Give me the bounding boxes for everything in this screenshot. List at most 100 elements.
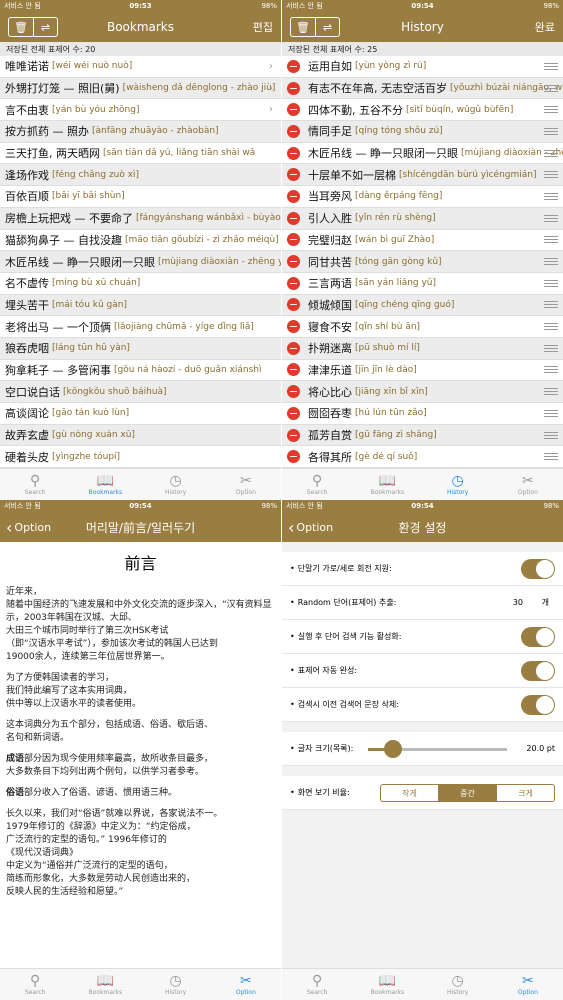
clearprev-toggle[interactable] <box>521 694 555 715</box>
list-item[interactable]: 猫舔狗鼻子 — 自找没趣 [māo tiǎn gǒubízi - zì zhǎo … <box>0 230 281 252</box>
list-item[interactable]: 逢场作戏 [féng chǎng zuò xì] <box>0 164 281 187</box>
delete-icon[interactable]: − <box>287 276 300 290</box>
reorder-handle-icon[interactable] <box>544 84 558 92</box>
list-item[interactable]: 言不由衷 [yán bù yóu zhōng] › <box>0 99 281 122</box>
list-item[interactable]: 按方抓药 — 照办 [ànfāng zhuāyào - zhàobàn] <box>0 121 281 143</box>
delete-icon[interactable]: − <box>287 233 300 247</box>
autocomplete-toggle[interactable] <box>521 660 555 681</box>
delete-icon[interactable]: − <box>287 146 300 160</box>
reorder-handle-icon[interactable] <box>544 279 558 287</box>
reorder-handle-icon[interactable] <box>544 388 558 396</box>
delete-icon[interactable]: − <box>287 103 300 117</box>
tab-option[interactable]: ✂ Option <box>493 469 563 500</box>
tab-search[interactable]: ⚲ Search <box>282 969 352 1000</box>
fontsize-slider[interactable] <box>368 740 507 758</box>
trash-icon[interactable]: 🗑 <box>9 18 33 36</box>
list-item[interactable]: 名不虚传 [míng bù xū chuán] <box>0 273 281 295</box>
swap-icon[interactable]: ⇌ <box>33 18 57 36</box>
reorder-handle-icon[interactable] <box>544 431 558 439</box>
list-item[interactable]: − 孤芳自赏 [gū fāng zì shǎng] <box>282 424 563 447</box>
tab-bookmarks[interactable]: 📖 Bookmarks <box>70 469 140 500</box>
list-item[interactable]: 三天打鱼, 两天晒网 [sān tiān dǎ yú, liǎng tiān sh… <box>0 143 281 165</box>
autosearch-toggle[interactable] <box>521 626 555 647</box>
tab-search[interactable]: ⚲ Search <box>0 469 70 500</box>
list-item[interactable]: 埋头苦干 [mái tóu kǔ gàn] <box>0 294 281 317</box>
trash-icon[interactable]: 🗑 <box>291 18 315 36</box>
list-item[interactable]: − 运用自如 [yùn yòng zì rú] <box>282 56 563 78</box>
swap-icon[interactable]: ⇌ <box>315 18 339 36</box>
tab-history[interactable]: ◷ History <box>423 469 493 500</box>
reorder-handle-icon[interactable] <box>544 323 558 331</box>
list-item[interactable]: − 当耳旁风 [dàng ěrpáng fēng] <box>282 186 563 208</box>
rotate-toggle[interactable] <box>521 558 555 579</box>
list-item[interactable]: 老将出马 — 一个顶俩 [lǎojiàng chūmǎ - yíge dǐng l… <box>0 316 281 338</box>
delete-icon[interactable]: − <box>287 59 300 73</box>
reorder-handle-icon[interactable] <box>544 258 558 266</box>
ratio-large-option[interactable]: 크게 <box>496 785 554 801</box>
tab-bookmarks[interactable]: 📖 Bookmarks <box>352 969 422 1000</box>
delete-icon[interactable]: − <box>287 255 300 269</box>
delete-icon[interactable]: − <box>287 124 300 138</box>
tab-search[interactable]: ⚲ Search <box>282 469 352 500</box>
delete-icon[interactable]: − <box>287 211 300 225</box>
reorder-handle-icon[interactable] <box>544 106 558 114</box>
ratio-mid-option[interactable]: 중간 <box>438 785 496 801</box>
tab-history[interactable]: ◷ History <box>423 969 493 1000</box>
list-item[interactable]: − 完璧归赵 [wán bì guī Zhào] <box>282 230 563 252</box>
delete-icon[interactable]: − <box>287 320 300 334</box>
list-item[interactable]: − 倾城倾国 [qīng chéng qīng guó] <box>282 294 563 317</box>
reorder-handle-icon[interactable] <box>544 171 558 179</box>
delete-icon[interactable]: − <box>287 81 300 95</box>
tab-option[interactable]: ✂ Option <box>211 469 281 500</box>
tab-option[interactable]: ✂ Option <box>211 969 281 1000</box>
reorder-handle-icon[interactable] <box>544 192 558 200</box>
list-item[interactable]: 故弄玄虚 [gù nòng xuán xū] <box>0 424 281 447</box>
list-item[interactable]: 外甥打灯笼 — 照旧(舅) [wàisheng dǎ dēnglong - zhà… <box>0 77 281 100</box>
list-item[interactable]: 空口说白话 [kōngkǒu shuō báihuà] <box>0 381 281 403</box>
delete-icon[interactable]: − <box>287 298 300 312</box>
list-item[interactable]: − 四体不勤, 五谷不分 [sìtǐ bùqín, wǔgǔ bùfēn] <box>282 99 563 122</box>
list-item[interactable]: − 囫囵吞枣 [hú lún tūn zǎo] <box>282 403 563 425</box>
tab-bookmarks[interactable]: 📖 Bookmarks <box>352 469 422 500</box>
tab-search[interactable]: ⚲ Search <box>0 969 70 1000</box>
reorder-handle-icon[interactable] <box>544 127 558 135</box>
back-button[interactable]: ‹ Option <box>6 518 51 537</box>
reorder-handle-icon[interactable] <box>544 344 558 352</box>
list-item[interactable]: 百依百顺 [bǎi yī bǎi shùn] <box>0 186 281 208</box>
list-item[interactable]: 房檐上玩把戏 — 不要命了 [fángyánshang wánbǎxì - bùy… <box>0 207 281 230</box>
list-item[interactable]: 木匠吊线 — 睁一只眼闭一只眼 [mùjiang diàoxiàn - zhēng… <box>0 251 281 273</box>
edit-button[interactable]: 편집 <box>253 19 273 35</box>
list-item[interactable]: − 各得其所 [gè dé qí suǒ] <box>282 446 563 468</box>
delete-icon[interactable]: − <box>287 450 300 464</box>
tab-history[interactable]: ◷ History <box>141 969 211 1000</box>
reorder-handle-icon[interactable] <box>544 149 558 157</box>
delete-icon[interactable]: − <box>287 341 300 355</box>
list-item[interactable]: −木匠吊线 — 睁一只眼闭一只眼[mùjiang diàoxiàn - zhēn… <box>282 143 563 165</box>
reorder-handle-icon[interactable] <box>544 366 558 374</box>
list-item[interactable]: − 扑朔迷离 [pū shuò mí lí] <box>282 337 563 360</box>
list-item[interactable]: − 情同手足 [qíng tóng shǒu zú] <box>282 121 563 143</box>
list-item[interactable]: − 十层单不如一层棉 [shícéngdān bùrú yìcéngmián] <box>282 164 563 187</box>
reorder-handle-icon[interactable] <box>544 236 558 244</box>
delete-icon[interactable]: − <box>287 189 300 203</box>
reorder-handle-icon[interactable] <box>544 214 558 222</box>
reorder-handle-icon[interactable] <box>544 62 558 70</box>
reorder-handle-icon[interactable] <box>544 409 558 417</box>
done-button[interactable]: 완료 <box>535 19 555 35</box>
list-item[interactable]: 狗拿耗子 — 多管闲事 [gǒu ná hàozi - duō guǎn xián… <box>0 360 281 382</box>
list-item[interactable]: 狼吞虎咽 [láng tūn hǔ yàn] <box>0 337 281 360</box>
list-item[interactable]: − 引人入胜 [yǐn rén rù shèng] <box>282 207 563 230</box>
reorder-handle-icon[interactable] <box>544 453 558 461</box>
delete-icon[interactable]: − <box>287 406 300 420</box>
list-item[interactable]: − 津津乐道 [jīn jīn lè dào] <box>282 360 563 382</box>
list-item[interactable]: 硬着头皮 [yìngzhe tóupí] <box>0 446 281 468</box>
reorder-handle-icon[interactable] <box>544 301 558 309</box>
tab-history[interactable]: ◷ History <box>141 469 211 500</box>
list-item[interactable]: 唯唯诺诺 [wéi wéi nuò nuò] › <box>0 56 281 78</box>
list-item[interactable]: −有志不在年高, 无志空活百岁[yǒuzhì búzài niángāo, wú… <box>282 77 563 100</box>
list-item[interactable]: − 将心比心 [jiāng xīn bǐ xīn] <box>282 381 563 403</box>
list-item[interactable]: 高谈阔论 [gāo tán kuò lùn] <box>0 403 281 425</box>
list-item[interactable]: − 三言两语 [sān yán liǎng yǔ] <box>282 273 563 295</box>
random-count-input[interactable]: 30 <box>513 598 523 607</box>
tab-bookmarks[interactable]: 📖 Bookmarks <box>70 969 140 1000</box>
